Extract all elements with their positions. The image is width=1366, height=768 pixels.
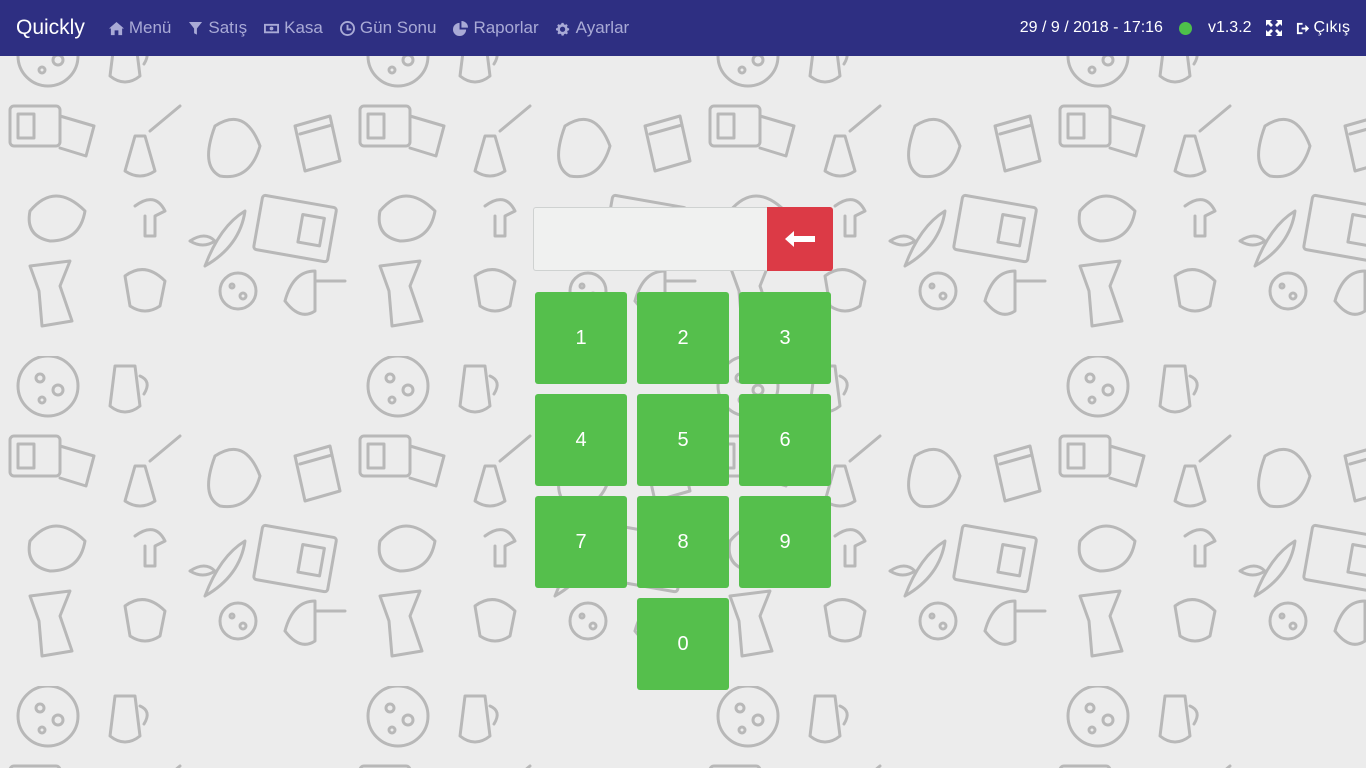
logout-label: Çıkış bbox=[1313, 19, 1350, 36]
pin-entry-panel: 1 2 3 4 5 6 7 8 9 0 bbox=[533, 207, 833, 690]
top-navbar: Quickly Menü Satış Kasa Gün Sonu Raporla… bbox=[0, 0, 1366, 56]
key-0[interactable]: 0 bbox=[637, 598, 729, 690]
logout-button[interactable]: Çıkış bbox=[1296, 19, 1350, 37]
nav-item-label: Raporlar bbox=[473, 18, 539, 37]
nav-item-sales[interactable]: Satış bbox=[188, 18, 247, 38]
nav-item-end-of-day[interactable]: Gün Sonu bbox=[339, 18, 437, 38]
sign-out-icon bbox=[1296, 22, 1309, 34]
key-3[interactable]: 3 bbox=[739, 292, 831, 384]
nav-item-settings[interactable]: Ayarlar bbox=[555, 18, 630, 38]
datetime-display: 29 / 9 / 2018 - 17:16 bbox=[1019, 19, 1163, 36]
nav-item-label: Satış bbox=[208, 18, 248, 37]
fullscreen-icon[interactable] bbox=[1265, 20, 1282, 36]
key-5[interactable]: 5 bbox=[637, 394, 729, 486]
key-8[interactable]: 8 bbox=[637, 496, 729, 588]
nav-item-cash[interactable]: Kasa bbox=[264, 18, 323, 38]
nav-item-label: Kasa bbox=[284, 18, 323, 37]
key-6[interactable]: 6 bbox=[739, 394, 831, 486]
key-4[interactable]: 4 bbox=[535, 394, 627, 486]
key-7[interactable]: 7 bbox=[535, 496, 627, 588]
pie-chart-icon bbox=[453, 20, 469, 36]
nav-item-reports[interactable]: Raporlar bbox=[453, 18, 539, 38]
key-2[interactable]: 2 bbox=[637, 292, 729, 384]
numeric-keypad: 1 2 3 4 5 6 7 8 9 0 bbox=[535, 292, 833, 692]
pin-input[interactable] bbox=[533, 207, 767, 271]
filter-icon bbox=[189, 21, 203, 35]
clock-icon bbox=[339, 20, 355, 36]
cogs-icon bbox=[555, 22, 569, 36]
app-brand[interactable]: Quickly bbox=[16, 16, 85, 40]
key-9[interactable]: 9 bbox=[739, 496, 831, 588]
nav-item-label: Gün Sonu bbox=[359, 18, 437, 37]
backspace-button[interactable] bbox=[767, 207, 833, 271]
arrow-left-icon bbox=[785, 231, 815, 247]
key-1[interactable]: 1 bbox=[535, 292, 627, 384]
connection-status-indicator bbox=[1178, 21, 1192, 35]
nav-item-label: Ayarlar bbox=[575, 18, 630, 37]
version-label: v1.3.2 bbox=[1207, 19, 1252, 36]
money-icon bbox=[264, 23, 280, 33]
home-icon bbox=[108, 21, 124, 35]
nav-item-menu[interactable]: Menü bbox=[108, 18, 172, 38]
nav-item-label: Menü bbox=[128, 18, 172, 37]
